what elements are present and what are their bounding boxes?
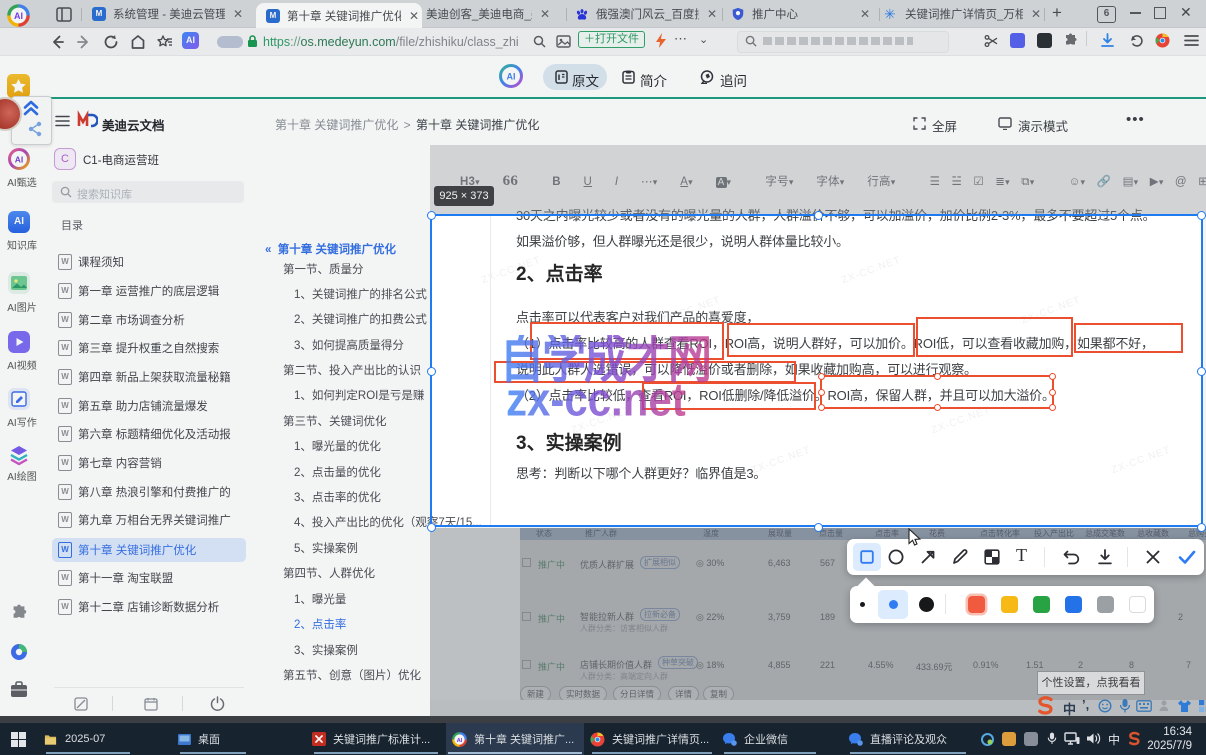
svg-text:AI: AI [507,72,516,82]
svg-text:AI: AI [14,11,23,21]
svg-text:AI: AI [15,155,24,165]
svg-text:AI: AI [457,737,463,743]
